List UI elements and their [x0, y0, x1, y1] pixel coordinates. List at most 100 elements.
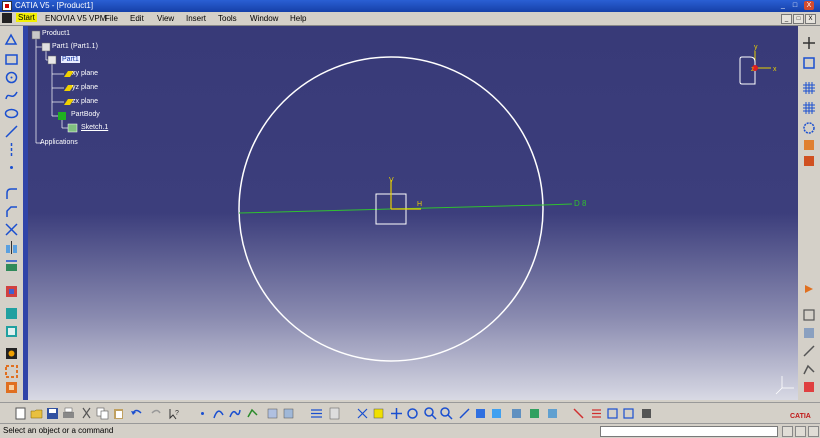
arc-icon[interactable]	[212, 407, 225, 420]
spline-tool-icon[interactable]	[228, 407, 241, 420]
normal-view-tool-icon[interactable]	[458, 407, 471, 420]
zoom-out-icon[interactable]	[440, 407, 453, 420]
sketcher-icon[interactable]	[4, 32, 19, 47]
status-button-3[interactable]	[808, 426, 819, 437]
chamfer-icon[interactable]	[4, 204, 19, 219]
undo-icon[interactable]	[130, 407, 143, 420]
pan-icon[interactable]	[328, 407, 341, 420]
circle-icon[interactable]	[4, 70, 19, 85]
rectangle-icon[interactable]	[4, 52, 19, 67]
product-icon[interactable]	[31, 30, 41, 40]
iso-view-icon[interactable]	[474, 407, 487, 420]
part-icon[interactable]	[47, 55, 57, 65]
exit-workbench-icon[interactable]	[4, 364, 19, 379]
menu-tools[interactable]: Tools	[218, 14, 237, 23]
sketch-canvas[interactable]: V H D 8 y x z	[28, 26, 798, 400]
status-button-2[interactable]	[795, 426, 806, 437]
normal-view-icon[interactable]	[802, 308, 816, 322]
tree-node-product[interactable]: Product1	[42, 30, 70, 37]
tree-node-applications[interactable]: Applications	[40, 139, 78, 146]
cut-icon[interactable]	[80, 407, 93, 420]
shading-icon[interactable]	[490, 407, 503, 420]
3d-viewport[interactable]: V H D 8 y x z Product1 Part1 (Part1.1) P…	[28, 26, 798, 400]
tree-node-zx-plane[interactable]: zx plane	[72, 98, 98, 105]
zoom-in-icon[interactable]	[424, 407, 437, 420]
maximize-button[interactable]: □	[790, 1, 800, 10]
three-point-icon[interactable]	[266, 407, 279, 420]
compass-tool-icon[interactable]	[802, 36, 816, 50]
measure-icon[interactable]	[4, 346, 19, 361]
pan-tool-icon[interactable]	[390, 407, 403, 420]
catia-app-icon[interactable]	[2, 1, 12, 11]
rotate-icon[interactable]	[356, 407, 369, 420]
spline-icon[interactable]	[4, 88, 19, 103]
doc-close-button[interactable]: X	[805, 14, 816, 24]
swap-icon[interactable]	[528, 407, 541, 420]
point-tool-icon[interactable]	[196, 407, 209, 420]
mirror-icon[interactable]	[4, 240, 19, 255]
print-icon[interactable]	[62, 407, 75, 420]
fit-all-icon[interactable]	[310, 407, 323, 420]
fit-all-in-icon[interactable]	[372, 407, 385, 420]
measure-tool-icon[interactable]	[572, 407, 585, 420]
sketch-tree-icon[interactable]	[67, 123, 78, 133]
tree-node-part-instance[interactable]: Part1 (Part1.1)	[52, 43, 98, 50]
command-input[interactable]	[600, 426, 778, 437]
corner-icon[interactable]	[4, 186, 19, 201]
document-menu-icon[interactable]	[2, 13, 12, 23]
status-button-1[interactable]	[782, 426, 793, 437]
output-feature-icon[interactable]	[802, 380, 816, 394]
update-icon[interactable]	[4, 324, 19, 339]
menu-help[interactable]: Help	[290, 14, 306, 23]
partbody-icon[interactable]	[58, 112, 66, 120]
exit-sketch-icon[interactable]	[802, 282, 816, 296]
minimize-button[interactable]: _	[778, 1, 788, 10]
tree-node-sketch[interactable]: Sketch.1	[81, 124, 108, 131]
new-icon[interactable]	[14, 407, 27, 420]
grid-tool-icon[interactable]	[590, 407, 603, 420]
copy-icon[interactable]	[96, 407, 109, 420]
trim-icon[interactable]	[4, 222, 19, 237]
snap-icon[interactable]	[802, 101, 816, 115]
project-3d-icon[interactable]	[4, 258, 19, 273]
paste-icon[interactable]	[112, 407, 125, 420]
doc-restore-button[interactable]: □	[793, 14, 804, 24]
cut-part-icon[interactable]	[802, 326, 816, 340]
close-button[interactable]: X	[804, 1, 814, 10]
dimensional-constraint-icon[interactable]	[802, 154, 816, 168]
save-icon[interactable]	[46, 407, 59, 420]
tree-node-part[interactable]: Part1	[61, 56, 80, 63]
sketch-solver-icon[interactable]	[546, 407, 559, 420]
construction-tool-icon[interactable]	[622, 407, 635, 420]
axis-icon[interactable]	[4, 142, 19, 157]
construction-icon[interactable]	[802, 121, 816, 135]
menu-edit[interactable]: Edit	[130, 14, 144, 23]
redo-icon[interactable]	[150, 407, 163, 420]
sketch-icon[interactable]	[802, 56, 816, 70]
rotate-tool-icon[interactable]	[406, 407, 419, 420]
snap-tool-icon[interactable]	[606, 407, 619, 420]
knowledge-icon[interactable]	[4, 380, 19, 395]
profile-tool-icon[interactable]	[246, 407, 259, 420]
constraint-icon[interactable]	[4, 284, 19, 299]
compass-icon[interactable]: y x z	[739, 44, 777, 85]
menu-window[interactable]: Window	[250, 14, 278, 23]
menu-enovia[interactable]: ENOVIA V5 VPM	[45, 14, 106, 23]
dimension-label[interactable]: D 8	[574, 199, 587, 208]
animate-constraint-icon[interactable]	[4, 306, 19, 321]
ellipse-icon[interactable]	[4, 106, 19, 121]
open-icon[interactable]	[30, 407, 43, 420]
geometrical-constraint-icon[interactable]	[802, 138, 816, 152]
menu-insert[interactable]: Insert	[186, 14, 206, 23]
menu-view[interactable]: View	[157, 14, 174, 23]
line-tool-icon[interactable]	[282, 407, 295, 420]
point-icon[interactable]	[4, 160, 19, 175]
hide-show-icon[interactable]	[510, 407, 523, 420]
grid-icon[interactable]	[802, 81, 816, 95]
sketch-analysis-icon[interactable]	[802, 344, 816, 358]
part-instance-icon[interactable]	[41, 42, 51, 52]
profile-icon[interactable]	[802, 362, 816, 376]
tree-node-xy-plane[interactable]: xy plane	[72, 70, 98, 77]
line-icon[interactable]	[4, 124, 19, 139]
doc-minimize-button[interactable]: _	[781, 14, 792, 24]
